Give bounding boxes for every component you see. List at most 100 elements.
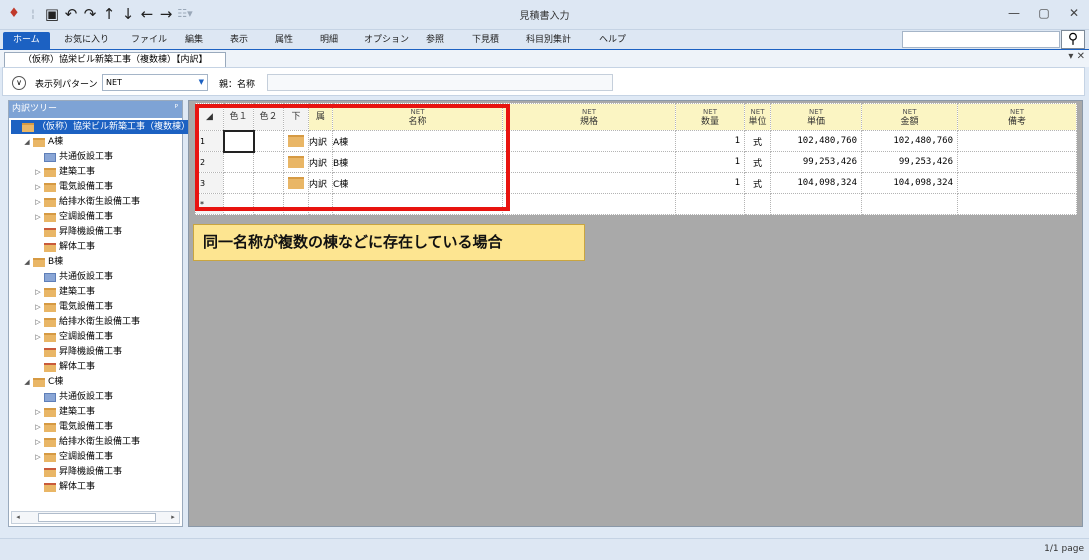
tree-horizontal-scrollbar[interactable]: ◂ ▸ [11,511,180,524]
price-cell[interactable] [770,193,862,215]
tree-node[interactable]: ▷ 給排水衛生設備工事 [33,315,140,329]
tree-node[interactable]: ▷ 空調設備工事 [33,210,113,224]
expand-toggle-icon[interactable]: ▷ [33,285,43,299]
tree-node[interactable]: 共通仮設工事 [33,270,113,284]
expand-toggle-icon[interactable]: ◢ [22,255,32,269]
spec-cell[interactable] [502,172,676,194]
menu-reference[interactable]: 参照 [426,32,444,49]
tree-node[interactable]: ▷ 空調設備工事 [33,330,113,344]
close-icon[interactable]: ✕ [1077,51,1085,62]
scroll-left-icon[interactable]: ◂ [12,512,24,523]
scroll-right-icon[interactable]: ▸ [167,512,179,523]
price-cell[interactable]: 104,098,324 [770,172,862,194]
close-icon[interactable]: ✕ [1067,6,1081,20]
tree-node[interactable]: ▷ 給排水衛生設備工事 [33,195,140,209]
qty-cell[interactable]: 1 [675,172,745,194]
unit-cell[interactable] [744,193,771,215]
spec-cell[interactable] [502,193,676,215]
unit-cell[interactable]: 式 [744,172,771,194]
expand-toggle-icon[interactable]: ▷ [33,435,43,449]
tree-node[interactable]: ◢ B棟 [22,255,63,269]
price-cell[interactable]: 102,480,760 [770,130,862,152]
expand-toggle-icon[interactable]: ◢ [22,135,32,149]
menu-file[interactable]: ファイル [131,32,167,49]
tree-node[interactable]: ▷ 建築工事 [33,165,95,179]
expand-toggle-icon[interactable]: ▷ [33,210,43,224]
menu-favorites[interactable]: お気に入り [64,32,109,49]
tree-node[interactable]: ▷ 建築工事 [33,285,95,299]
expand-toggle-icon[interactable]: ◢ [22,375,32,389]
tree-node[interactable]: ▷ 電気設備工事 [33,180,113,194]
note-cell[interactable] [957,151,1077,173]
document-tab[interactable]: （仮称）協栄ビル新築工事（複数棟）【内訳】 [4,52,226,68]
tree-node[interactable]: 昇降機設備工事 [33,345,122,359]
expand-toggle-icon[interactable]: ▷ [33,330,43,344]
tree-node[interactable]: ▷ 給排水衛生設備工事 [33,435,140,449]
header-amount[interactable]: NET 金額 [861,103,958,131]
qty-cell[interactable] [675,193,745,215]
spec-cell[interactable] [502,151,676,173]
tree-node[interactable]: 解体工事 [33,480,95,494]
header-label: 単位 [748,117,767,127]
collapse-icon[interactable]: ∨ [12,76,26,90]
restore-icon[interactable]: ▢ [1037,6,1051,20]
expand-toggle-icon[interactable]: ▷ [33,300,43,314]
qty-cell[interactable]: 1 [675,151,745,173]
tree-node[interactable]: 解体工事 [33,360,95,374]
header-note[interactable]: NET 備考 [957,103,1077,131]
tree-node[interactable]: 解体工事 [33,240,95,254]
amount-cell[interactable]: 104,098,324 [861,172,958,194]
menu-pre-estimate[interactable]: 下見積 [472,32,499,49]
note-cell[interactable] [957,130,1077,152]
expand-toggle-icon[interactable]: ▷ [33,420,43,434]
expand-toggle-icon[interactable]: ▷ [33,195,43,209]
expand-toggle-icon[interactable]: ▷ [33,165,43,179]
chevron-down-icon[interactable]: ▾ [1068,51,1073,62]
tree-node[interactable]: 昇降機設備工事 [33,225,122,239]
amount-cell[interactable] [861,193,958,215]
menu-help[interactable]: ヘルプ [599,32,626,49]
tree-node[interactable]: ◢ C棟 [22,375,63,389]
tree-node[interactable]: 共通仮設工事 [33,390,113,404]
tree-node[interactable]: ▷ 建築工事 [33,405,95,419]
menu-home[interactable]: ホーム [3,32,50,49]
expand-toggle-icon[interactable]: ▷ [33,180,43,194]
search-input[interactable] [902,31,1060,48]
menu-summary[interactable]: 科目別集計 [526,32,571,49]
note-cell[interactable] [957,193,1077,215]
header-price[interactable]: NET 単価 [770,103,862,131]
header-spec[interactable]: NET 規格 [502,103,676,131]
tree-node[interactable]: ▷ 空調設備工事 [33,450,113,464]
expand-toggle-icon[interactable]: ▷ [33,450,43,464]
tree-node[interactable]: ▷ 電気設備工事 [33,420,113,434]
amount-cell[interactable]: 99,253,426 [861,151,958,173]
search-icon[interactable]: ⚲ [1061,30,1085,49]
price-cell[interactable]: 99,253,426 [770,151,862,173]
menu-view[interactable]: 表示 [230,32,248,49]
tree-node[interactable]: （仮称）協栄ビル新築工事（複数棟） [11,120,195,134]
tree-node[interactable]: ▷ 電気設備工事 [33,300,113,314]
folder-icon [44,197,56,207]
pattern-select[interactable]: NET ▼ [102,74,208,91]
amount-cell[interactable]: 102,480,760 [861,130,958,152]
menu-attributes[interactable]: 属性 [275,32,293,49]
tree-node[interactable]: ◢ A棟 [22,135,63,149]
minimize-icon[interactable]: — [1007,6,1021,20]
menu-details[interactable]: 明細 [320,32,338,49]
menu-options[interactable]: オプション [364,32,409,49]
unit-cell[interactable]: 式 [744,151,771,173]
expand-toggle-icon[interactable]: ▷ [33,405,43,419]
note-cell[interactable] [957,172,1077,194]
scroll-thumb[interactable] [38,513,156,522]
menu-edit[interactable]: 編集 [185,32,203,49]
header-qty[interactable]: NET 数量 [675,103,745,131]
qty-cell[interactable]: 1 [675,130,745,152]
spec-cell[interactable] [502,130,676,152]
header-unit[interactable]: NET 単位 [744,103,771,131]
tree-node[interactable]: 共通仮設工事 [33,150,113,164]
tree-node[interactable]: 昇降機設備工事 [33,465,122,479]
unit-cell[interactable]: 式 [744,130,771,152]
header-label: 金額 [900,117,919,127]
pin-icon[interactable]: ᴾ [175,101,178,118]
expand-toggle-icon[interactable]: ▷ [33,315,43,329]
